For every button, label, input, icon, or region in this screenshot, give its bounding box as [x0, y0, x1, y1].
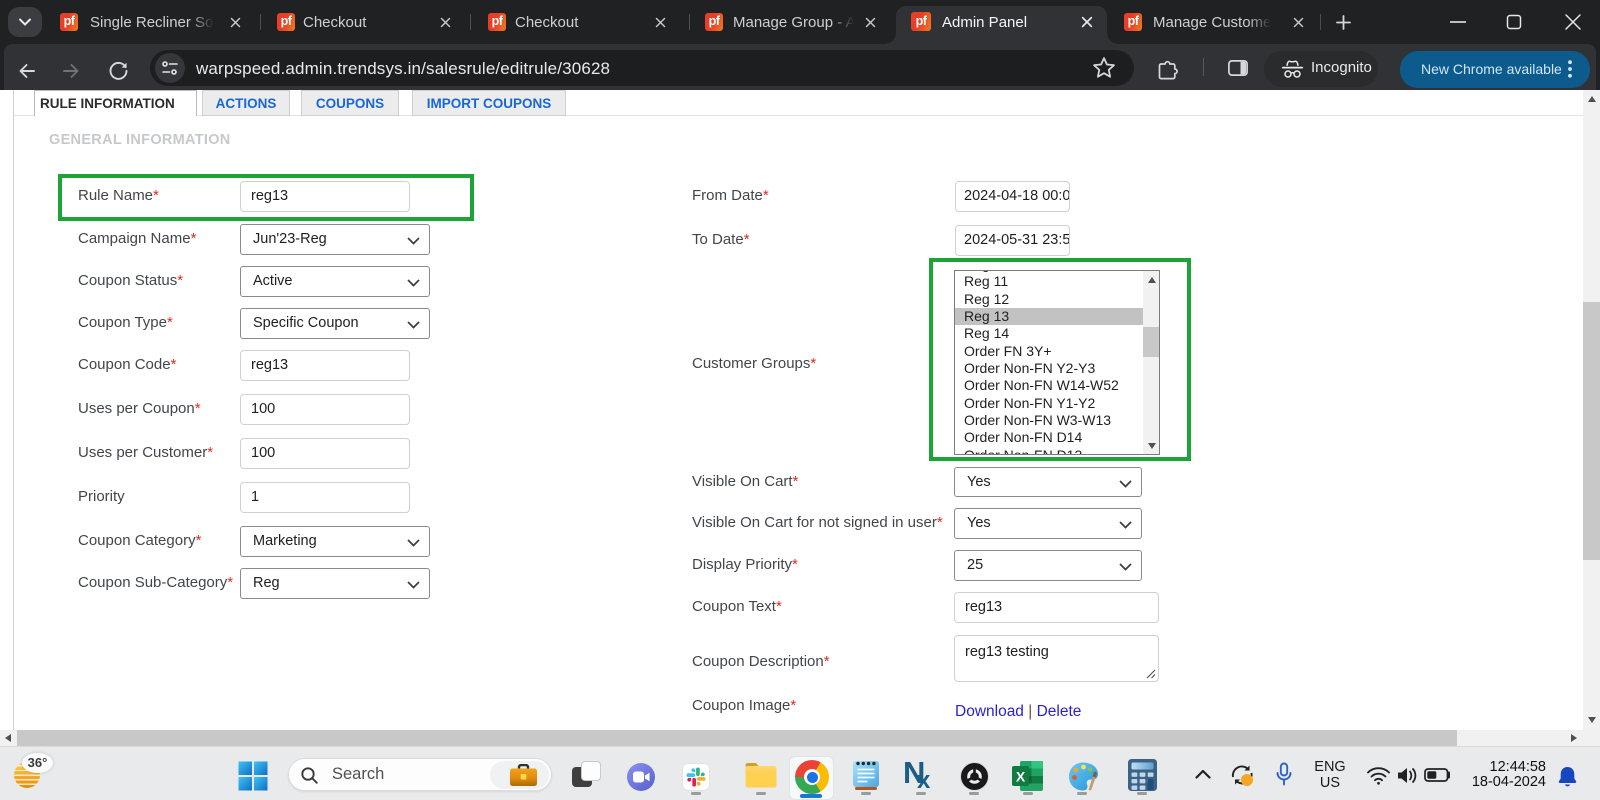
svg-text:X: X [1016, 769, 1026, 785]
